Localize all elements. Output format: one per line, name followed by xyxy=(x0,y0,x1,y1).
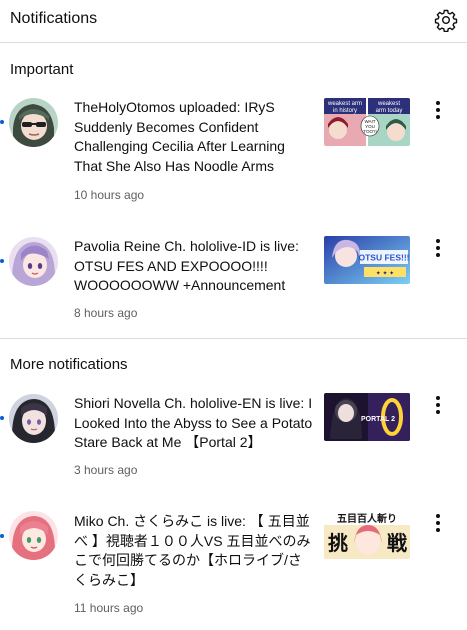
thumbnail-caption: weakest xyxy=(377,101,400,107)
unread-indicator xyxy=(0,120,4,124)
more-options-button[interactable] xyxy=(426,236,450,260)
thumbnail-caption: in history xyxy=(333,108,357,114)
notification-time: 8 hours ago xyxy=(74,306,138,320)
avatar[interactable] xyxy=(9,237,58,286)
svg-text:挑: 挑 xyxy=(328,531,348,555)
unread-indicator xyxy=(0,259,4,263)
svg-text:✦ ✦ ✦: ✦ ✦ ✦ xyxy=(376,270,394,277)
thumbnail-caption: PORTAL 2 xyxy=(361,416,395,423)
notification-time: 11 hours ago xyxy=(74,601,144,615)
notification-item[interactable]: Shiori Novella Ch. hololive-EN is live: … xyxy=(0,392,467,482)
more-options-button[interactable] xyxy=(426,511,450,535)
thumbnail-caption: 五目百人斬り xyxy=(337,512,397,525)
video-thumbnail[interactable]: weakest arm in history weakest arm today… xyxy=(324,98,410,146)
video-thumbnail[interactable]: PORTAL 2 xyxy=(324,393,410,441)
notification-text: Pavolia Reine Ch. hololive-ID is live: O… xyxy=(74,238,299,293)
thumbnail-caption: arm today xyxy=(376,108,403,114)
thumbnail-caption: OTSU FES!!! xyxy=(359,253,410,263)
more-options-button[interactable] xyxy=(426,393,450,417)
video-thumbnail[interactable]: OTSU FES!!! ✦ ✦ ✦ xyxy=(324,236,410,284)
notifications-header: Notifications xyxy=(0,0,467,43)
section-divider xyxy=(0,338,467,339)
more-vert-icon xyxy=(436,396,440,400)
more-vert-icon xyxy=(436,514,440,518)
unread-indicator xyxy=(0,416,4,420)
svg-text:TOO?!: TOO?! xyxy=(363,129,376,134)
notification-text: Miko Ch. さくらみこ is live: 【 五目並べ 】視聴者１００人V… xyxy=(74,513,311,588)
video-thumbnail[interactable]: 五目百人斬り 挑 戦 xyxy=(324,511,410,559)
notification-item[interactable]: Miko Ch. さくらみこ is live: 【 五目並べ 】視聴者１００人V… xyxy=(0,510,467,620)
notification-item[interactable]: TheHolyOtomos uploaded: IRyS Suddenly Be… xyxy=(0,96,467,206)
avatar[interactable] xyxy=(9,98,58,147)
unread-indicator xyxy=(0,534,4,538)
section-title-important: Important xyxy=(10,61,74,78)
notification-text: Shiori Novella Ch. hololive-EN is live: … xyxy=(74,395,313,450)
section-title-more: More notifications xyxy=(10,356,128,373)
more-options-button[interactable] xyxy=(426,98,450,122)
notification-text: TheHolyOtomos uploaded: IRyS Suddenly Be… xyxy=(74,99,285,174)
svg-text:戦: 戦 xyxy=(387,531,407,555)
notification-time: 10 hours ago xyxy=(74,188,145,202)
page-title: Notifications xyxy=(10,10,98,27)
thumbnail-caption: weakest arm xyxy=(327,101,362,107)
gear-icon xyxy=(434,9,458,33)
notification-item[interactable]: Pavolia Reine Ch. hololive-ID is live: O… xyxy=(0,235,467,325)
more-vert-icon xyxy=(436,239,440,243)
avatar[interactable] xyxy=(9,511,58,560)
settings-button[interactable] xyxy=(434,8,458,33)
more-vert-icon xyxy=(436,101,440,105)
avatar[interactable] xyxy=(9,394,58,443)
notification-time: 3 hours ago xyxy=(74,463,138,477)
